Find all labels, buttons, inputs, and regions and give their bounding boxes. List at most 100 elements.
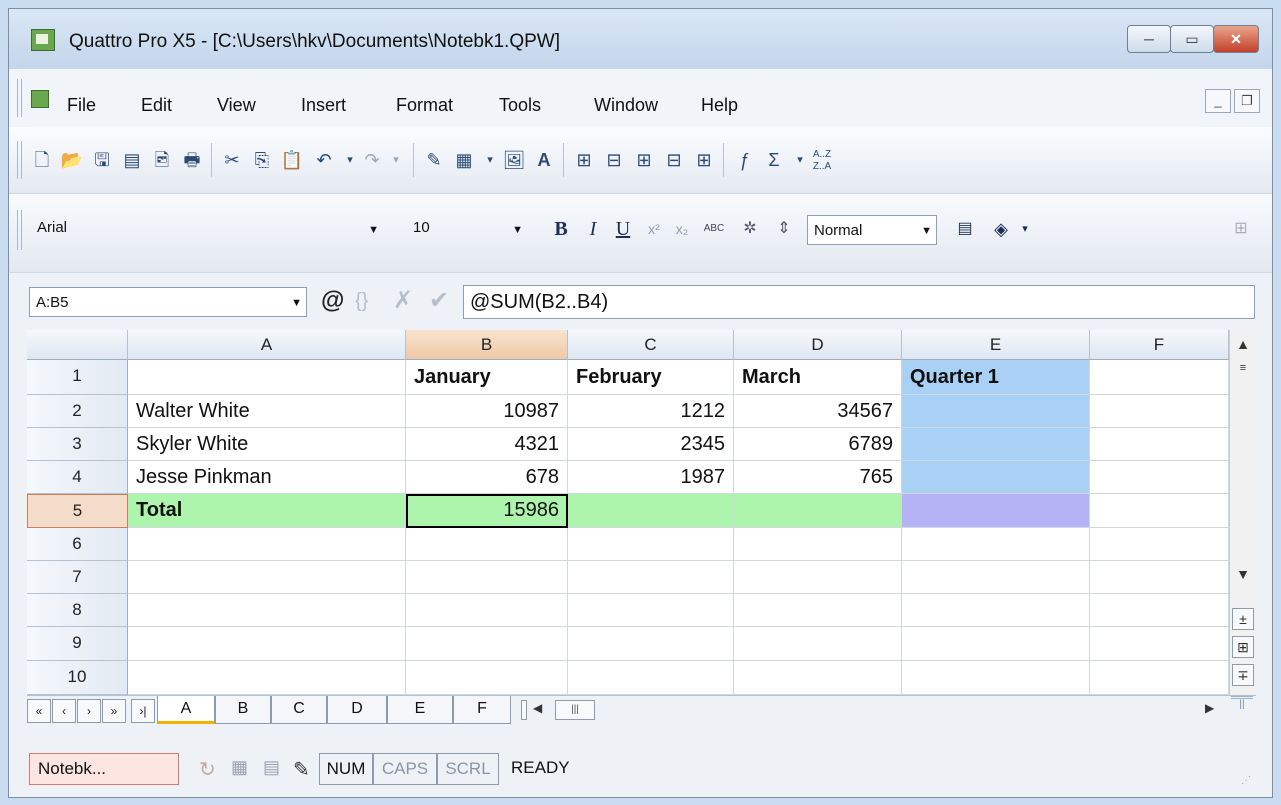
cell-a2[interactable]: Walter White	[128, 395, 406, 428]
cell-a1[interactable]	[128, 360, 406, 395]
menu-help[interactable]: Help	[701, 95, 738, 116]
vertical-scrollbar[interactable]: ▲ ≡ ▼ ± ⊞ ∓	[1229, 330, 1257, 695]
clear-format-icon[interactable]: ✲	[735, 214, 765, 244]
cell-f5[interactable]	[1090, 494, 1229, 528]
cell-a10[interactable]	[128, 661, 406, 695]
cell-d1[interactable]: March	[734, 360, 902, 395]
font-name-select[interactable]: Arial ▼	[31, 213, 401, 247]
row-header-3[interactable]: 3	[27, 428, 128, 461]
cell-c8[interactable]	[568, 594, 734, 627]
column-header-d[interactable]: D	[734, 330, 902, 360]
column-header-f[interactable]: F	[1090, 330, 1229, 360]
cell-f2[interactable]	[1090, 395, 1229, 428]
cell-d3[interactable]: 6789	[734, 428, 902, 461]
insert-cells-icon[interactable]: ⊞	[571, 147, 597, 173]
cell-a9[interactable]	[128, 627, 406, 661]
cell-d4[interactable]: 765	[734, 461, 902, 494]
copy-icon[interactable]: ⎘	[249, 147, 275, 173]
cell-f1[interactable]	[1090, 360, 1229, 395]
cell-b9[interactable]	[406, 627, 568, 661]
keyboard-icon[interactable]: ▤	[263, 757, 280, 778]
cell-d5[interactable]	[734, 494, 902, 528]
cell-f3[interactable]	[1090, 428, 1229, 461]
menu-window[interactable]: Window	[594, 95, 658, 116]
row-header-4[interactable]: 4	[27, 461, 128, 494]
toolbar-grip[interactable]	[17, 141, 22, 179]
scroll-up-icon[interactable]: ▲	[1232, 334, 1254, 356]
grid-view-icon[interactable]: ⊞	[1232, 636, 1254, 658]
cell-b4[interactable]: 678	[406, 461, 568, 494]
column-header-e[interactable]: E	[902, 330, 1090, 360]
cell-d7[interactable]	[734, 561, 902, 594]
undo-icon[interactable]: ↶	[311, 147, 337, 173]
cell-b8[interactable]	[406, 594, 568, 627]
align-icon[interactable]: ▤	[951, 214, 979, 244]
redo-dropdown-icon[interactable]: ▾	[383, 147, 409, 173]
function-icon[interactable]: ƒ	[731, 147, 757, 173]
fill-dropdown-icon[interactable]: ▾	[1015, 214, 1035, 244]
split-handle-icon[interactable]: ≡	[1232, 358, 1254, 380]
subscript-icon[interactable]: x₂	[669, 214, 695, 244]
refresh-icon[interactable]: ↻	[199, 757, 216, 782]
cell-e3[interactable]	[902, 428, 1090, 461]
fit-columns-icon[interactable]: ⊞	[691, 147, 717, 173]
cell-f9[interactable]	[1090, 627, 1229, 661]
first-sheet-button[interactable]: «	[27, 699, 51, 723]
cell-c3[interactable]: 2345	[568, 428, 734, 461]
menu-insert[interactable]: Insert	[301, 95, 346, 116]
cell-f10[interactable]	[1090, 661, 1229, 695]
sheet-tab-a[interactable]: A	[157, 696, 215, 724]
cell-reference-box[interactable]: A:B5 ▼	[29, 287, 307, 317]
minimize-button[interactable]: ─	[1127, 25, 1171, 53]
cell-a7[interactable]	[128, 561, 406, 594]
italic-button[interactable]: I	[579, 214, 607, 244]
chart-dropdown-icon[interactable]: ▾	[477, 147, 503, 173]
notebook-indicator[interactable]: Notebk...	[29, 753, 179, 785]
save-icon[interactable]: 🖫	[89, 147, 115, 173]
cell-d9[interactable]	[734, 627, 902, 661]
cell-a8[interactable]	[128, 594, 406, 627]
cell-b7[interactable]	[406, 561, 568, 594]
new-icon[interactable]: 🗋	[29, 147, 55, 173]
open-icon[interactable]: 📂	[59, 147, 85, 173]
cell-e10[interactable]	[902, 661, 1090, 695]
format-painter-icon[interactable]: ✎	[421, 147, 447, 173]
edit-icon[interactable]: ✎	[293, 757, 310, 782]
menu-view[interactable]: View	[217, 95, 256, 116]
style-select[interactable]: Normal ▼	[807, 215, 937, 245]
chart-icon[interactable]: ▦	[451, 147, 477, 173]
cell-e1[interactable]: Quarter 1	[902, 360, 1090, 395]
column-header-a[interactable]: A	[128, 330, 406, 360]
cell-c4[interactable]: 1987	[568, 461, 734, 494]
line-spacing-icon[interactable]: ⇕	[769, 214, 799, 244]
sheet-tab-f[interactable]: F	[453, 696, 511, 724]
cell-e9[interactable]	[902, 627, 1090, 661]
print-icon[interactable]: 🖶	[179, 147, 205, 173]
redo-icon[interactable]: ↷	[359, 147, 385, 173]
cell-f8[interactable]	[1090, 594, 1229, 627]
cell-e5[interactable]	[902, 494, 1090, 528]
document-icon[interactable]	[31, 90, 49, 108]
insert-columns-icon[interactable]: ⊞	[631, 147, 657, 173]
cell-b6[interactable]	[406, 528, 568, 561]
cell-e6[interactable]	[902, 528, 1090, 561]
fill-color-icon[interactable]: ◈	[987, 214, 1015, 244]
cell-c7[interactable]	[568, 561, 734, 594]
cell-b2[interactable]: 10987	[406, 395, 568, 428]
delete-cells-icon[interactable]: ⊟	[601, 147, 627, 173]
cut-icon[interactable]: ✂	[219, 147, 245, 173]
cell-d2[interactable]: 34567	[734, 395, 902, 428]
next-page-icon[interactable]: ∓	[1232, 664, 1254, 686]
cell-e2[interactable]	[902, 395, 1090, 428]
image-icon[interactable]: 🖼	[501, 147, 527, 173]
formula-input[interactable]: @SUM(B2..B4)	[463, 285, 1255, 319]
row-header-10[interactable]: 10	[27, 661, 128, 695]
borders-icon[interactable]: ⊞	[1229, 214, 1253, 244]
resize-grip-icon[interactable]: ⋰	[1241, 775, 1251, 786]
document-restore-button[interactable]: ❐	[1234, 89, 1260, 113]
cancel-icon[interactable]: ✗	[393, 287, 413, 315]
menu-tools[interactable]: Tools	[499, 95, 541, 116]
underline-button[interactable]: U	[609, 214, 637, 244]
cell-d10[interactable]	[734, 661, 902, 695]
cell-f4[interactable]	[1090, 461, 1229, 494]
